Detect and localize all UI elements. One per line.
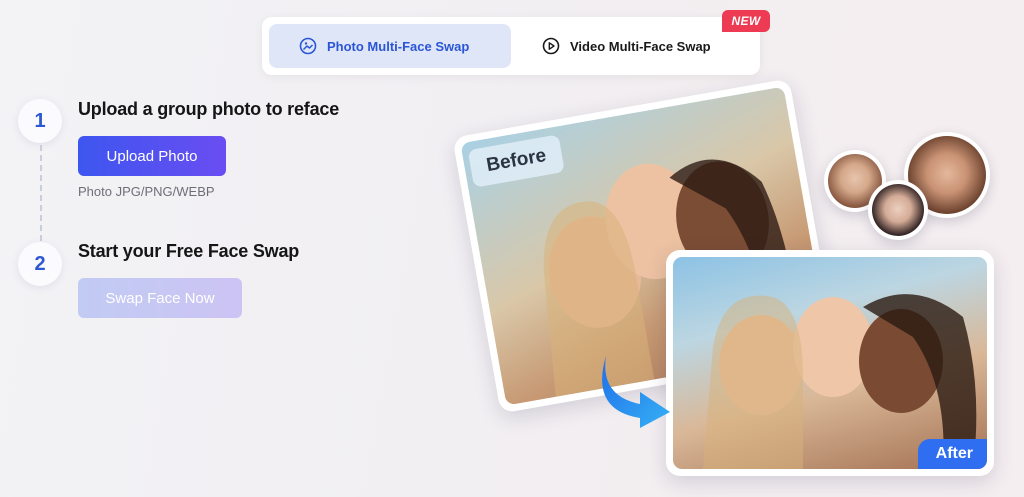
after-label: After: [917, 439, 987, 469]
tab-photo-multi-face-swap[interactable]: Photo Multi-Face Swap: [269, 24, 511, 68]
tab-label: Video Multi-Face Swap: [570, 38, 711, 54]
curved-arrow-icon: [602, 356, 670, 428]
new-badge: NEW: [722, 10, 770, 32]
tab-label: Photo Multi-Face Swap: [327, 38, 470, 54]
play-circle-icon: [542, 37, 560, 55]
upload-photo-button[interactable]: Upload Photo: [78, 136, 226, 176]
swap-face-now-button[interactable]: Swap Face Now: [78, 278, 242, 318]
step-number-1: 1: [18, 99, 62, 143]
mode-tab-bar: Photo Multi-Face Swap Video Multi-Face S…: [262, 17, 760, 75]
image-icon: [299, 37, 317, 55]
step-2-title: Start your Free Face Swap: [78, 241, 300, 261]
file-format-hint: Photo JPG/PNG/WEBP: [78, 184, 215, 199]
after-photo: After: [673, 257, 987, 469]
step-number-2: 2: [18, 242, 62, 286]
after-photo-card: After: [666, 250, 994, 476]
face-thumbnail-3: [868, 180, 928, 240]
tab-video-multi-face-swap[interactable]: Video Multi-Face Swap: [516, 24, 753, 68]
step-connector: [40, 145, 42, 241]
step-1-title: Upload a group photo to reface: [78, 99, 340, 119]
